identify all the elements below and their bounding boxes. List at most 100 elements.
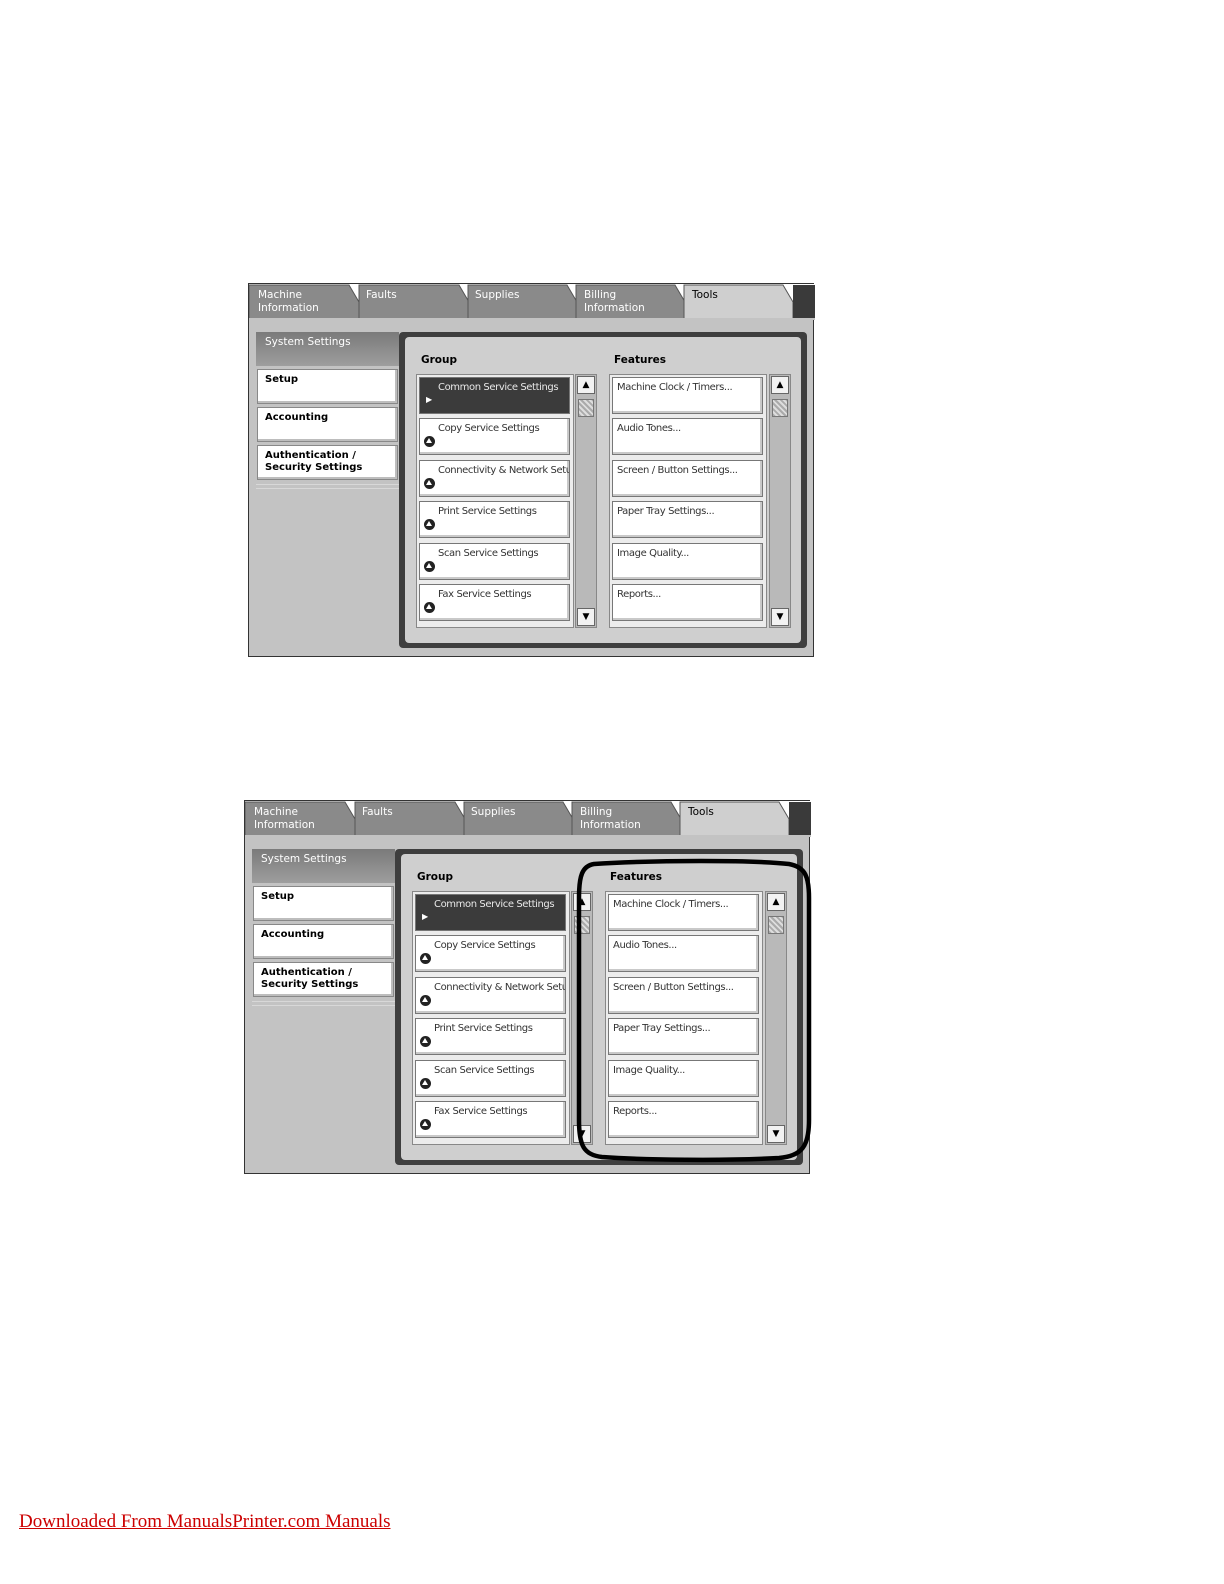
feature-item-label: Image Quality... xyxy=(617,548,689,559)
group-item-common-service[interactable]: ▶ Common Service Settings xyxy=(415,894,566,931)
sidebar-item-label: Setup xyxy=(265,374,299,385)
sidebar-item-setup[interactable]: Setup xyxy=(257,369,398,404)
sidebar-item-accounting[interactable]: Accounting xyxy=(253,924,394,959)
group-item-label: Copy Service Settings xyxy=(438,423,540,434)
group-list: ▶ Common Service Settings Copy Service Se… xyxy=(412,891,570,1145)
sidebar: System Settings Setup Accounting Authent… xyxy=(252,849,395,1159)
main-panel-inner: Group Features ▶ Common Service Settings … xyxy=(405,337,801,643)
group-item-label: Connectivity & Network Setup xyxy=(438,465,570,476)
circle-up-arrow-icon xyxy=(420,1036,431,1047)
feature-item-label: Screen / Button Settings... xyxy=(617,465,738,476)
sidebar-item-authentication-security[interactable]: Authentication / Security Settings xyxy=(257,445,398,480)
group-item-label: Common Service Settings xyxy=(434,899,555,910)
divider xyxy=(256,484,399,485)
group-item-label: Common Service Settings xyxy=(438,382,559,393)
group-item-common-service[interactable]: ▶ Common Service Settings xyxy=(419,377,570,414)
feature-item-screen-button[interactable]: Screen / Button Settings... xyxy=(612,460,763,497)
group-item-label: Print Service Settings xyxy=(434,1023,533,1034)
group-item-print-service[interactable]: Print Service Settings xyxy=(419,501,570,538)
feature-item-label: Audio Tones... xyxy=(617,423,681,434)
features-scrollbar[interactable]: ▲ ▼ xyxy=(769,374,791,628)
feature-item-label: Machine Clock / Timers... xyxy=(617,382,733,393)
sidebar-item-label: Setup xyxy=(261,891,295,902)
circle-up-arrow-icon xyxy=(424,519,435,530)
tab-label: Faults xyxy=(362,806,393,818)
feature-item-label: Paper Tray Settings... xyxy=(617,506,715,517)
tab-label: Information xyxy=(254,819,315,831)
group-item-connectivity-network[interactable]: Connectivity & Network Setup xyxy=(415,977,566,1014)
tab-machine-information[interactable]: Machine Information xyxy=(258,289,319,315)
tab-label: Machine xyxy=(258,289,302,301)
group-item-print-service[interactable]: Print Service Settings xyxy=(415,1018,566,1055)
features-highlight-outline xyxy=(576,858,812,1163)
group-header: Group xyxy=(421,354,458,366)
sidebar-item-setup[interactable]: Setup xyxy=(253,886,394,921)
tools-screen-1: Machine Information Faults Supplies Billi… xyxy=(248,283,815,657)
tab-billing-information[interactable]: Billing Information xyxy=(584,289,645,315)
feature-item-audio-tones[interactable]: Audio Tones... xyxy=(612,418,763,455)
tab-label: Faults xyxy=(366,289,397,301)
up-arrow-icon[interactable]: ▲ xyxy=(577,376,595,394)
tab-label: Billing xyxy=(580,806,613,818)
feature-item-paper-tray[interactable]: Paper Tray Settings... xyxy=(612,501,763,538)
sidebar-item-label: Authentication / xyxy=(265,450,356,461)
group-item-label: Fax Service Settings xyxy=(438,589,532,600)
group-item-copy-service[interactable]: Copy Service Settings xyxy=(419,418,570,455)
tab-shapes xyxy=(245,801,811,837)
tab-label: Information xyxy=(580,819,641,831)
tab-supplies[interactable]: Supplies xyxy=(471,806,515,819)
group-header: Group xyxy=(417,871,454,883)
tab-billing-information[interactable]: Billing Information xyxy=(580,806,641,832)
tab-label: Information xyxy=(258,302,319,314)
down-arrow-icon[interactable]: ▼ xyxy=(771,608,789,626)
group-item-scan-service[interactable]: Scan Service Settings xyxy=(419,543,570,580)
group-item-fax-service[interactable]: Fax Service Settings xyxy=(415,1101,566,1138)
tab-tools[interactable]: Tools xyxy=(692,289,718,302)
sidebar-header: System Settings xyxy=(252,849,395,883)
group-item-label: Print Service Settings xyxy=(438,506,537,517)
group-item-label: Scan Service Settings xyxy=(438,548,539,559)
circle-up-arrow-icon xyxy=(420,1078,431,1089)
tab-tools[interactable]: Tools xyxy=(688,806,714,819)
sidebar-item-label: Authentication / xyxy=(261,967,352,978)
main-panel: Group Features ▶ Common Service Settings … xyxy=(399,332,807,648)
feature-item-reports[interactable]: Reports... xyxy=(612,584,763,621)
group-item-label: Fax Service Settings xyxy=(434,1106,528,1117)
sidebar-item-label: Accounting xyxy=(265,412,329,423)
divider xyxy=(252,1001,395,1002)
group-list: ▶ Common Service Settings Copy Service Se… xyxy=(416,374,574,628)
tab-bar: Machine Information Faults Supplies Billi… xyxy=(245,801,811,837)
tab-supplies[interactable]: Supplies xyxy=(475,289,519,302)
tab-label: Billing xyxy=(584,289,617,301)
group-item-fax-service[interactable]: Fax Service Settings xyxy=(419,584,570,621)
circle-up-arrow-icon xyxy=(420,1119,431,1130)
group-item-scan-service[interactable]: Scan Service Settings xyxy=(415,1060,566,1097)
circle-up-arrow-icon xyxy=(424,436,435,447)
group-item-copy-service[interactable]: Copy Service Settings xyxy=(415,935,566,972)
group-item-label: Copy Service Settings xyxy=(434,940,536,951)
tab-label: Machine xyxy=(254,806,298,818)
tab-label: Tools xyxy=(688,806,714,818)
group-item-connectivity-network[interactable]: Connectivity & Network Setup xyxy=(419,460,570,497)
tab-machine-information[interactable]: Machine Information xyxy=(254,806,315,832)
footer-link[interactable]: Downloaded From ManualsPrinter.com Manua… xyxy=(19,1511,391,1533)
group-scrollbar[interactable]: ▲ ▼ xyxy=(575,374,597,628)
tab-faults[interactable]: Faults xyxy=(362,806,393,819)
circle-up-arrow-icon xyxy=(420,953,431,964)
up-arrow-icon[interactable]: ▲ xyxy=(771,376,789,394)
sidebar-header: System Settings xyxy=(256,332,399,366)
sidebar-item-authentication-security[interactable]: Authentication / Security Settings xyxy=(253,962,394,997)
tab-shapes xyxy=(249,284,815,320)
circle-up-arrow-icon xyxy=(424,478,435,489)
down-arrow-icon[interactable]: ▼ xyxy=(577,608,595,626)
feature-item-machine-clock[interactable]: Machine Clock / Timers... xyxy=(612,377,763,414)
play-arrow-icon: ▶ xyxy=(422,912,428,921)
sidebar-item-accounting[interactable]: Accounting xyxy=(257,407,398,442)
scroll-thumb[interactable] xyxy=(578,399,594,417)
divider xyxy=(252,1005,395,1006)
scroll-thumb[interactable] xyxy=(772,399,788,417)
sidebar-item-label: Security Settings xyxy=(265,462,363,473)
feature-item-image-quality[interactable]: Image Quality... xyxy=(612,543,763,580)
tab-faults[interactable]: Faults xyxy=(366,289,397,302)
tab-label: Supplies xyxy=(475,289,520,301)
